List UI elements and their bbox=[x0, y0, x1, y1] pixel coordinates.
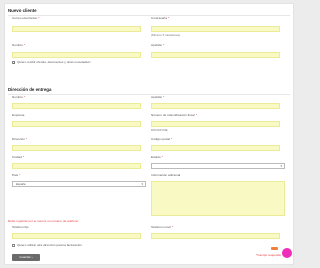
arrow-right-icon: › bbox=[31, 255, 33, 259]
submit-label: Guardar bbox=[19, 255, 31, 259]
telefono-fijo-label: Teléfono fijo bbox=[12, 225, 29, 229]
empresa-label: Empresa bbox=[12, 113, 25, 117]
section-title-nuevo-cliente: Nuevo cliente bbox=[8, 8, 37, 13]
telefono-movil-label: Teléfono móvil* bbox=[151, 225, 173, 229]
info-textarea[interactable] bbox=[151, 181, 285, 216]
password-field[interactable] bbox=[151, 26, 280, 32]
chevron-down-icon: ▾ bbox=[280, 164, 282, 168]
ciudad-field[interactable] bbox=[12, 163, 141, 169]
newsletter-checkbox[interactable]: ✓ bbox=[12, 61, 16, 65]
apellido-field[interactable] bbox=[151, 52, 280, 58]
info-label: Información adicional bbox=[151, 173, 181, 177]
apellido-label: Apellido* bbox=[151, 95, 165, 99]
telefono-movil-field[interactable] bbox=[151, 233, 280, 239]
pais-select[interactable]: España ▾ bbox=[12, 181, 146, 187]
apellido-label: Apellido* bbox=[151, 43, 165, 47]
ciudad-label: Ciudad* bbox=[12, 155, 25, 159]
email-field[interactable] bbox=[12, 26, 141, 32]
required-fields-note: *Campo requerido bbox=[256, 253, 282, 257]
pais-select-value: España bbox=[16, 182, 26, 186]
nombre-field[interactable] bbox=[12, 52, 141, 58]
invoice-label: Quiero utilizar otra dirección para la f… bbox=[17, 243, 82, 247]
telefono-fijo-field[interactable] bbox=[12, 233, 141, 239]
invoice-checkbox[interactable] bbox=[12, 244, 16, 248]
shipping-nombre-field[interactable] bbox=[12, 103, 141, 109]
submit-button[interactable]: Guardar › bbox=[12, 254, 40, 261]
nombre-label: Nombre* bbox=[12, 95, 26, 99]
cp-label: Código postal* bbox=[151, 137, 173, 141]
email-label: Correo electrónico* bbox=[12, 16, 40, 20]
password-label: Contraseña* bbox=[151, 16, 170, 20]
section-divider bbox=[8, 14, 290, 16]
chevron-down-icon: ▾ bbox=[141, 182, 143, 186]
registration-panel bbox=[4, 3, 294, 265]
direccion-label: Dirección* bbox=[12, 137, 28, 141]
password-hint: (Mínimo 5 caracteres) bbox=[151, 32, 181, 37]
nif-hint: DNI/NIF/NIE bbox=[151, 127, 168, 132]
nombre-label: Nombre* bbox=[12, 43, 26, 47]
empresa-field[interactable] bbox=[12, 121, 141, 127]
section-title-direccion: Dirección de entrega bbox=[8, 87, 52, 92]
shipping-apellido-field[interactable] bbox=[151, 103, 280, 109]
newsletter-label: Quiero recibir ofertas, descuentos y otr… bbox=[17, 60, 91, 64]
phone-required-note: Debe registrar por lo menos un número de… bbox=[8, 219, 79, 223]
nif-label: Número de indentificación fiscal* bbox=[151, 113, 197, 117]
chat-bubble-icon[interactable] bbox=[282, 248, 292, 258]
direccion-field[interactable] bbox=[12, 145, 141, 151]
estado-label: Estado* bbox=[151, 155, 163, 159]
notification-tab[interactable] bbox=[271, 247, 278, 250]
section-divider bbox=[8, 93, 290, 95]
nif-field[interactable] bbox=[151, 121, 280, 127]
cp-field[interactable] bbox=[151, 145, 280, 151]
estado-select[interactable]: ▾ bbox=[151, 163, 285, 169]
pais-label: País* bbox=[12, 173, 21, 177]
